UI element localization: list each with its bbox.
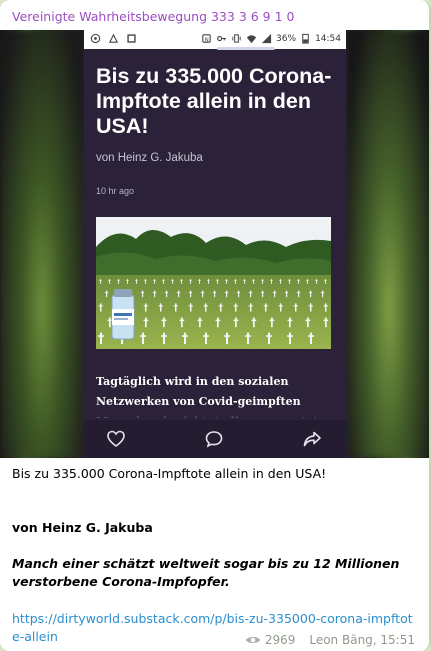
clock: 14:54 — [315, 33, 341, 44]
intro-fade — [96, 408, 336, 420]
post-author-time: Leon Bäng, 15:51 — [309, 633, 415, 647]
gallery-icon — [127, 34, 136, 43]
wifi-icon — [246, 35, 257, 44]
article-action-bar — [84, 420, 346, 458]
shield-icon — [90, 33, 101, 44]
key-icon — [217, 35, 227, 42]
view-count: 2969 — [264, 633, 296, 647]
signal-icon — [261, 33, 272, 44]
eye-icon — [245, 637, 260, 643]
cemetery-illustration — [96, 217, 331, 349]
article-byline: von Heinz G. Jakuba — [96, 152, 203, 164]
heart-icon[interactable] — [106, 429, 126, 449]
comment-icon[interactable] — [204, 429, 224, 449]
battery-level: 36% — [276, 33, 297, 44]
caption-quote: Manch einer schätzt weltweit sogar bis z… — [12, 556, 400, 589]
vaccine-vial-icon — [111, 289, 135, 340]
message-bubble: Vereinigte Wahrheitsbewegung 333 3 6 9 1… — [0, 0, 431, 651]
article-headline: Bis zu 335.000 Corona-Impftote allein in… — [96, 64, 332, 138]
blurred-backdrop-right — [347, 30, 429, 458]
app-icon — [108, 33, 119, 43]
svg-text:N: N — [205, 37, 209, 43]
article-time-ago: 10 hr ago — [96, 186, 135, 196]
phone-status-bar: N 36% 14:54 — [84, 30, 346, 50]
forwarded-screenshot[interactable]: N 36% 14:54 Bis zu 335.000 Corona-Impfto… — [0, 30, 429, 458]
nfc-icon: N — [202, 34, 211, 43]
caption-author: von Heinz G. Jakuba — [12, 520, 153, 535]
channel-name[interactable]: Vereinigte Wahrheitsbewegung 333 3 6 9 1… — [12, 9, 294, 24]
battery-icon — [302, 33, 309, 44]
message-meta: 2969 Leon Bäng, 15:51 — [245, 633, 415, 647]
share-icon[interactable] — [302, 429, 322, 449]
phone-screenshot: N 36% 14:54 Bis zu 335.000 Corona-Impfto… — [84, 30, 346, 458]
article-photo-cemetery — [96, 217, 331, 349]
caption-title: Bis zu 335.000 Corona-Impftote allein in… — [12, 466, 327, 481]
blurred-backdrop-left — [0, 30, 84, 458]
status-accent-line — [217, 47, 275, 50]
vibrate-icon — [232, 34, 241, 43]
